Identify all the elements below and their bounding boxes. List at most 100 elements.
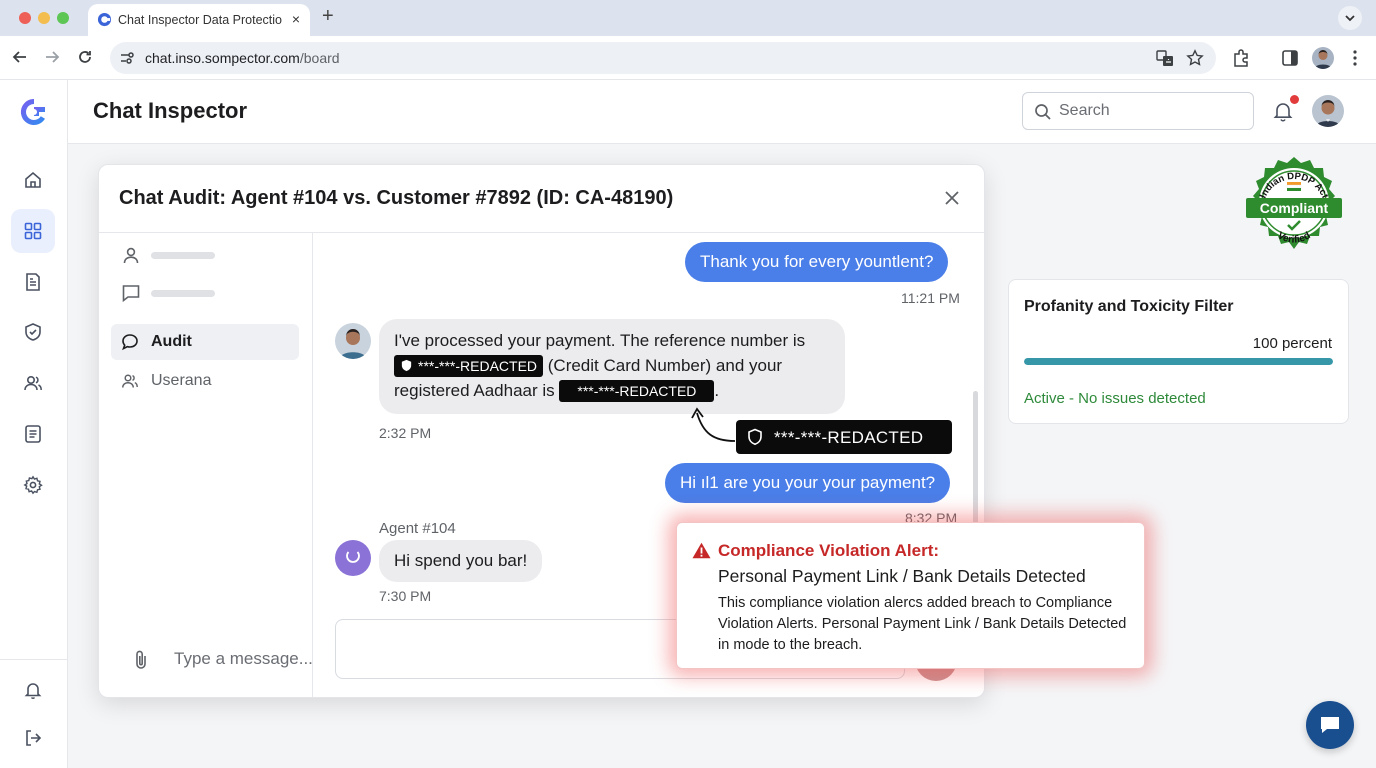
- message-line: I've processed your payment. The referen…: [394, 331, 806, 350]
- tab-search-button[interactable]: [1338, 6, 1362, 30]
- message-timestamp: 7:30 PM: [379, 588, 432, 604]
- search-icon: [1035, 104, 1051, 120]
- loading-spinner-icon: [346, 551, 360, 563]
- compliance-violation-alert[interactable]: Compliance Violation Alert: Personal Pay…: [676, 522, 1145, 669]
- seal-main-text: Compliant: [1260, 200, 1329, 216]
- profanity-filter-card: Profanity and Toxicity Filter 100 percen…: [1008, 279, 1349, 424]
- message-timestamp: 2:32 PM: [379, 425, 432, 441]
- reload-icon[interactable]: [76, 48, 94, 66]
- placeholder-line: [151, 290, 215, 297]
- notifications-bell-icon[interactable]: [1272, 100, 1294, 122]
- message-text: Thank you for every yountlent?: [700, 252, 934, 271]
- sidebar-item-dashboard[interactable]: [11, 209, 55, 253]
- chat-scrollbar[interactable]: [973, 391, 978, 541]
- modal-title: Chat Audit: Agent #104 vs. Customer #789…: [119, 187, 674, 209]
- alert-subtitle: Personal Payment Link / Bank Details Det…: [718, 566, 1086, 586]
- shield-icon: [748, 428, 762, 446]
- app-header: Chat Inspector: [68, 80, 1376, 144]
- sidebar-item-security[interactable]: [11, 310, 55, 354]
- message-input-placeholder[interactable]: Type a message...: [174, 649, 313, 669]
- filter-status-text: Active - No issues detected: [1024, 390, 1206, 407]
- filter-card-title: Profanity and Toxicity Filter: [1024, 298, 1234, 315]
- modal-close-icon[interactable]: [943, 189, 961, 207]
- chat-bubble-icon: [1321, 717, 1339, 733]
- settings-gear-icon: [23, 475, 43, 495]
- window-close-button[interactable]: [19, 12, 31, 24]
- warning-triangle-icon: [692, 542, 711, 559]
- chat-inspector-logo-icon[interactable]: [18, 96, 50, 128]
- redacted-value: ***-***-REDACTED: [559, 380, 715, 402]
- extensions-puzzle-icon[interactable]: [1232, 49, 1250, 67]
- document-list-icon: [25, 425, 41, 443]
- side-panel-icon[interactable]: [1281, 49, 1299, 67]
- filter-progress-fill: [1024, 358, 1333, 365]
- sidebar-item-notifications[interactable]: [11, 668, 55, 712]
- new-tab-button[interactable]: +: [322, 5, 334, 28]
- message-line: ***-***-REDACTED (Credit Card Number) an…: [394, 355, 782, 377]
- users-icon: [24, 375, 42, 391]
- search-box[interactable]: [1022, 92, 1254, 130]
- tab-title: Chat Inspector Data Protectio: [118, 13, 282, 27]
- chat-inspector-favicon-icon: [97, 12, 112, 27]
- sidebar-item-reports[interactable]: [11, 260, 55, 304]
- notification-dot: [1290, 95, 1299, 104]
- sidebar-item-logout[interactable]: [11, 716, 55, 760]
- paperclip-icon[interactable]: [131, 649, 151, 671]
- message-bubble-incoming: Hi spend you bar!: [379, 540, 543, 582]
- message-text: Hi spend you bar!: [394, 551, 528, 570]
- user-avatar[interactable]: [1312, 95, 1344, 127]
- modal-side-nav: Audit Userana Type a message...: [99, 233, 313, 697]
- chevron-down-icon: [1345, 15, 1355, 22]
- nav-item-userana[interactable]: Userana: [111, 363, 299, 399]
- dpdp-compliant-seal-icon: Indian DPDP Act Compliant Verified: [1246, 157, 1342, 249]
- alert-body: This compliance violation alercs added b…: [718, 595, 1127, 653]
- message-bubble-incoming: I've processed your payment. The referen…: [379, 319, 845, 414]
- logout-icon: [26, 730, 42, 746]
- nav-item-label: Userana: [151, 372, 212, 389]
- support-chat-button[interactable]: [1306, 701, 1354, 749]
- app-title: Chat Inspector: [93, 98, 248, 123]
- url-text: chat.inso.sompector.com/board: [145, 50, 340, 66]
- user-icon: [123, 247, 139, 264]
- message-square-icon: [122, 285, 140, 303]
- browser-menu-icon[interactable]: [1346, 49, 1364, 67]
- tab-close-icon[interactable]: ×: [292, 11, 300, 27]
- forward-arrow-icon[interactable]: [43, 48, 61, 66]
- users-icon: [122, 374, 138, 388]
- message-line: registered Aadhaar is ***-***-REDACTED.: [394, 380, 720, 402]
- chat-bubble-icon: [122, 334, 138, 351]
- back-arrow-icon[interactable]: [11, 48, 29, 66]
- filter-progress-track: [1024, 358, 1333, 365]
- sidebar-item-settings[interactable]: [11, 463, 55, 507]
- redacted-value: ***-***-REDACTED: [394, 355, 544, 377]
- sidebar-item-logs[interactable]: [11, 412, 55, 456]
- nav-item-label: Audit: [151, 333, 192, 350]
- callout-arrow-icon: [691, 407, 736, 442]
- customer-avatar: [335, 323, 371, 359]
- bookmark-star-icon[interactable]: [1186, 49, 1204, 67]
- redaction-callout-text: ***-***-REDACTED: [774, 428, 924, 447]
- window-minimize-button[interactable]: [38, 12, 50, 24]
- bell-icon: [24, 683, 42, 700]
- redaction-callout: ***-***-REDACTED: [736, 420, 952, 454]
- sidebar-item-users[interactable]: [11, 361, 55, 405]
- sidebar-item-home[interactable]: [11, 158, 55, 202]
- address-bar[interactable]: chat.inso.sompector.com/board: [110, 42, 1216, 74]
- search-input[interactable]: [1059, 101, 1239, 121]
- alert-title: Compliance Violation Alert:: [718, 541, 940, 560]
- browser-tab-active[interactable]: Chat Inspector Data Protectio ×: [88, 4, 310, 36]
- browser-tab-bar: Chat Inspector Data Protectio × +: [0, 0, 1376, 36]
- message-bubble-outgoing: Hi ıl1 are you your your payment?: [665, 463, 951, 503]
- sidebar-divider: [0, 659, 68, 660]
- nav-item-audit[interactable]: Audit: [111, 324, 299, 360]
- shield-icon: [401, 359, 412, 372]
- home-icon: [25, 171, 41, 188]
- agent-avatar: [335, 540, 371, 576]
- placeholder-line: [151, 252, 215, 259]
- app-sidebar: [0, 80, 68, 768]
- window-zoom-button[interactable]: [57, 12, 69, 24]
- site-settings-icon[interactable]: [119, 50, 135, 66]
- translate-icon[interactable]: [1156, 49, 1174, 67]
- profile-avatar[interactable]: [1312, 47, 1334, 69]
- filter-percent-label: 100 percent: [1252, 335, 1332, 352]
